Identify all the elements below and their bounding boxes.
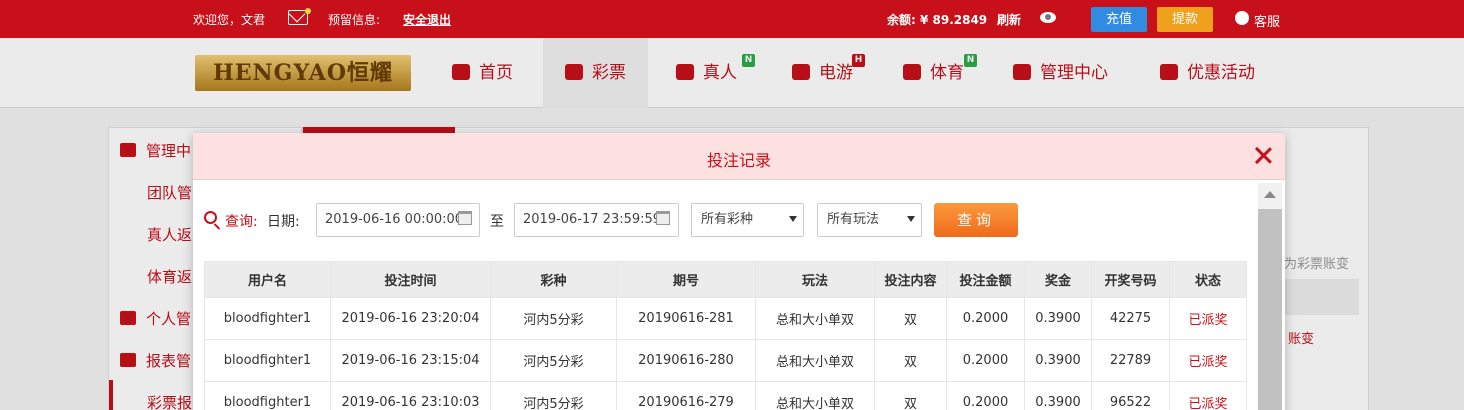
column-header: 投注时间 — [330, 261, 491, 298]
query-button[interactable]: 查询 — [934, 203, 1018, 237]
cell-lottery: 河内5分彩 — [490, 297, 617, 340]
date-label: 日期: — [267, 214, 300, 230]
to-label: 至 — [490, 214, 504, 230]
logout-link[interactable]: 安全退出 — [403, 11, 451, 28]
cell-bet-time: 2019-06-16 23:20:04 — [330, 297, 491, 340]
cell-play: 总和大小单双 — [755, 339, 875, 382]
column-header: 期号 — [616, 261, 756, 298]
welcome-text: 欢迎您，文君 — [193, 13, 266, 27]
table-row[interactable]: bloodfighter1 2019-06-16 23:15:04 河内5分彩 … — [204, 339, 1247, 382]
cell-content: 双 — [874, 339, 947, 382]
start-date-input[interactable]: 2019-06-16 00:00:00 — [316, 203, 480, 237]
close-icon[interactable] — [1252, 144, 1274, 166]
column-header: 彩种 — [490, 261, 617, 298]
bet-records-table: 用户名 投注时间 彩种 期号 玩法 投注内容 投注金额 奖金 开奖号码 状态 b… — [204, 261, 1247, 410]
cell-draw-number: 96522 — [1091, 381, 1170, 410]
customer-service-link[interactable]: 客服 — [1254, 11, 1280, 30]
cell-issue: 20190616-281 — [616, 297, 756, 340]
customer-service-icon — [1235, 11, 1249, 25]
column-header: 用户名 — [204, 261, 331, 298]
query-label: 查询: — [225, 214, 258, 230]
cell-bet-time: 2019-06-16 23:15:04 — [330, 339, 491, 382]
dropdown-arrow-icon — [907, 216, 915, 222]
table-row[interactable]: bloodfighter1 2019-06-16 23:20:04 河内5分彩 … — [204, 297, 1247, 340]
column-header: 状态 — [1169, 261, 1247, 298]
cell-username: bloodfighter1 — [204, 339, 331, 382]
cell-status: 已派奖 — [1169, 381, 1247, 410]
bet-record-modal: 投注记录 查询: 日期: 2019-06-16 00:00:00 至 2019-… — [193, 133, 1285, 410]
dropdown-arrow-icon — [789, 216, 797, 222]
cell-prize: 0.3900 — [1024, 381, 1092, 410]
modal-title: 投注记录 — [706, 151, 771, 170]
cell-content: 双 — [874, 297, 947, 340]
recharge-button[interactable]: 充值 — [1091, 7, 1147, 32]
column-header: 投注内容 — [874, 261, 947, 298]
cell-content: 双 — [874, 381, 947, 410]
end-date-input[interactable]: 2019-06-17 23:59:59 — [514, 203, 679, 237]
column-header: 玩法 — [755, 261, 875, 298]
column-header: 奖金 — [1024, 261, 1092, 298]
cell-draw-number: 22789 — [1091, 339, 1170, 382]
cell-amount: 0.2000 — [946, 381, 1025, 410]
modal-header: 投注记录 — [193, 133, 1285, 180]
scroll-up-arrow-icon[interactable] — [1264, 191, 1276, 198]
cell-amount: 0.2000 — [946, 339, 1025, 382]
balance-text: 余额: ¥ 89.2849 — [887, 13, 988, 27]
calendar-icon[interactable] — [458, 211, 472, 225]
cell-play: 总和大小单双 — [755, 297, 875, 340]
unread-dot-icon — [305, 8, 311, 14]
play-select-value: 所有玩法 — [827, 212, 880, 227]
refresh-link[interactable]: 刷新 — [997, 11, 1021, 28]
withdraw-button[interactable]: 提款 — [1157, 7, 1213, 32]
column-header: 开奖号码 — [1091, 261, 1170, 298]
cell-draw-number: 42275 — [1091, 297, 1170, 340]
reserved-info-label: 预留信息: — [328, 13, 381, 27]
cell-issue: 20190616-280 — [616, 339, 756, 382]
eye-icon[interactable] — [1040, 12, 1056, 23]
cell-prize: 0.3900 — [1024, 297, 1092, 340]
cell-status: 已派奖 — [1169, 297, 1247, 340]
cell-play: 总和大小单双 — [755, 381, 875, 410]
cell-bet-time: 2019-06-16 23:10:03 — [330, 381, 491, 410]
column-header: 投注金额 — [946, 261, 1025, 298]
cell-lottery: 河内5分彩 — [490, 381, 617, 410]
search-icon — [204, 211, 217, 224]
cell-prize: 0.3900 — [1024, 339, 1092, 382]
cell-status: 已派奖 — [1169, 339, 1247, 382]
top-bar: 欢迎您，文君 预留信息: 安全退出 余额: ¥ 89.2849 刷新 充值 提款… — [0, 0, 1464, 38]
lottery-select-value: 所有彩种 — [701, 212, 754, 227]
modal-scrollbar[interactable] — [1258, 183, 1282, 410]
scroll-thumb[interactable] — [1258, 209, 1282, 410]
cell-username: bloodfighter1 — [204, 297, 331, 340]
table-row[interactable]: bloodfighter1 2019-06-16 23:10:03 河内5分彩 … — [204, 381, 1247, 410]
calendar-icon[interactable] — [656, 211, 670, 225]
cell-amount: 0.2000 — [946, 297, 1025, 340]
cell-username: bloodfighter1 — [204, 381, 331, 410]
table-header-row: 用户名 投注时间 彩种 期号 玩法 投注内容 投注金额 奖金 开奖号码 状态 — [204, 261, 1247, 298]
cell-lottery: 河内5分彩 — [490, 339, 617, 382]
play-select[interactable]: 所有玩法 — [817, 203, 922, 237]
cell-issue: 20190616-279 — [616, 381, 756, 410]
lottery-select[interactable]: 所有彩种 — [691, 203, 804, 237]
